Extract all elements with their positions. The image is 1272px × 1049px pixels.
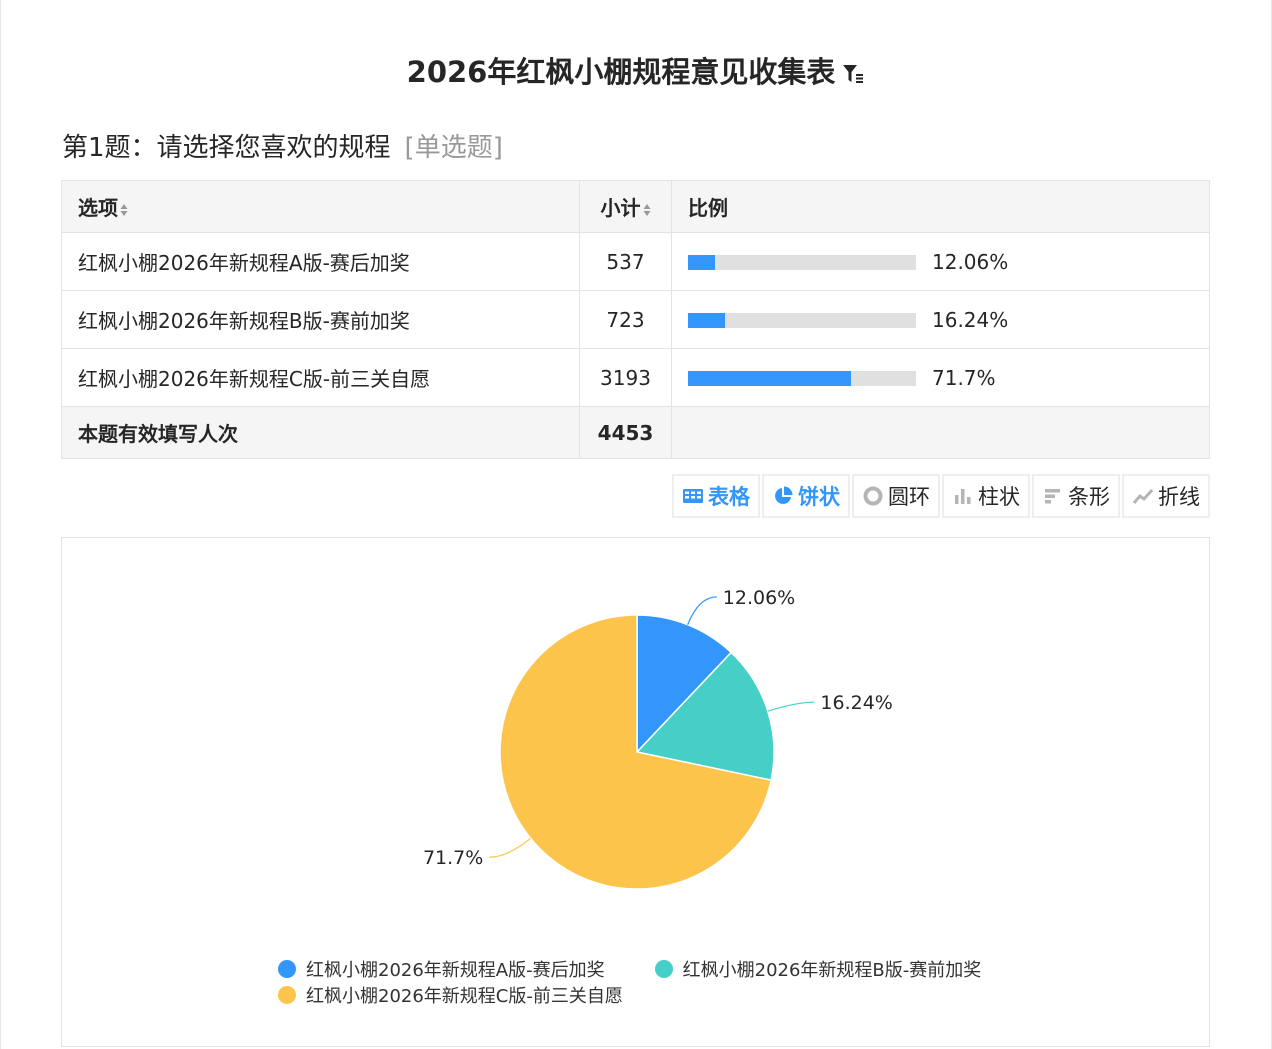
hbar-icon (1045, 489, 1060, 504)
hbar-view-label: 条形 (1068, 485, 1110, 509)
count-cell: 537 (579, 232, 672, 291)
line-view-label: 折线 (1158, 485, 1200, 509)
table-view-label: 表格 (708, 485, 750, 509)
total-empty-cell (671, 406, 1210, 459)
bar-view-button[interactable]: 柱状 (942, 474, 1030, 518)
bar-view-label: 柱状 (978, 485, 1020, 509)
ratio-text: 71.7% (932, 366, 996, 391)
donut-view-button[interactable]: 圆环 (852, 474, 940, 518)
donut-view-label: 圆环 (888, 485, 930, 509)
table-view-button[interactable]: 表格 (672, 474, 760, 518)
ratio-cell: 16.24% (671, 290, 1210, 349)
table-header-row: 选项 小计 比例 (61, 180, 1210, 233)
question-label: 第1题：请选择您喜欢的规程 (62, 133, 391, 163)
filter-icon[interactable] (841, 62, 865, 86)
legend-swatch (278, 986, 296, 1004)
ratio-text: 16.24% (932, 308, 1009, 333)
pie-slice-label: 12.06% (723, 587, 795, 609)
header-ratio-label: 比例 (688, 196, 728, 220)
line-view-button[interactable]: 折线 (1122, 474, 1210, 518)
ratio-text: 12.06% (932, 250, 1009, 275)
count-cell: 3193 (579, 348, 672, 407)
ratio-cell: 71.7% (671, 348, 1210, 407)
option-cell: 红枫小棚2026年新规程B版-赛前加奖 (61, 290, 580, 349)
pie-leader-line (687, 596, 717, 625)
legend-label: 红枫小棚2026年新规程C版-前三关自愿 (306, 986, 623, 1007)
chart-panel: 12.06% 16.24% 71.7% 红枫小棚2026年新规程A版-赛后加奖 红枫小… (61, 537, 1210, 1047)
pie-view-button[interactable]: 饼状 (762, 474, 850, 518)
sort-icon[interactable] (120, 202, 128, 218)
pie-slice-label: 16.24% (820, 692, 892, 714)
option-cell: 红枫小棚2026年新规程A版-赛后加奖 (61, 232, 580, 291)
line-icon (1132, 489, 1154, 504)
total-label: 本题有效填写人次 (61, 406, 580, 459)
pie-slice-label: 71.7% (423, 847, 483, 869)
total-row: 本题有效填写人次 4453 (61, 406, 1210, 459)
ratio-bar (688, 312, 916, 328)
chart-legend: 红枫小棚2026年新规程A版-赛后加奖 红枫小棚2026年新规程B版-赛前加奖红枫… (278, 958, 1038, 1007)
legend-item[interactable]: 红枫小棚2026年新规程C版-前三关自愿 (278, 984, 623, 1007)
ratio-bar-fill (688, 312, 726, 328)
header-ratio: 比例 (671, 180, 1210, 233)
legend-label: 红枫小棚2026年新规程B版-赛前加奖 (682, 960, 982, 981)
table-row: 红枫小棚2026年新规程C版-前三关自愿 3193 71.7% (61, 348, 1210, 407)
option-cell: 红枫小棚2026年新规程C版-前三关自愿 (61, 348, 580, 407)
pie-icon (775, 486, 793, 504)
legend-label: 红枫小棚2026年新规程A版-赛后加奖 (306, 960, 605, 981)
legend-item[interactable]: 红枫小棚2026年新规程B版-赛前加奖 (654, 958, 982, 981)
chart-type-toolbar: 表格 饼状 圆环 柱状 条形 折线 (672, 474, 1210, 518)
table-icon (683, 489, 703, 503)
header-option[interactable]: 选项 (61, 180, 580, 233)
pie-view-label: 饼状 (798, 485, 840, 509)
hbar-view-button[interactable]: 条形 (1032, 474, 1120, 518)
page-title: 2026年红枫小棚规程意见收集表 (406, 55, 836, 89)
pie-leader-line (489, 837, 531, 858)
legend-swatch (278, 960, 296, 978)
table-row: 红枫小棚2026年新规程A版-赛后加奖 537 12.06% (61, 232, 1210, 291)
pie-leader-line (767, 701, 815, 712)
results-table: 选项 小计 比例 红枫小棚2026年新规程A版-赛后加奖 537 12.06% … (61, 180, 1210, 459)
question-type: [单选题] (404, 133, 503, 163)
survey-page: 2026年红枫小棚规程意见收集表 第1题：请选择您喜欢的规程 [单选题] 选项 小… (0, 0, 1272, 1049)
ratio-cell: 12.06% (671, 232, 1210, 291)
ratio-bar (688, 370, 916, 386)
legend-item[interactable]: 红枫小棚2026年新规程A版-赛后加奖 (278, 958, 605, 981)
donut-icon (863, 486, 883, 506)
header-count-label: 小计 (600, 196, 641, 220)
header-count[interactable]: 小计 (579, 180, 672, 233)
legend-swatch (654, 960, 673, 978)
table-row: 红枫小棚2026年新规程B版-赛前加奖 723 16.24% (61, 290, 1210, 349)
count-cell: 723 (579, 290, 672, 349)
page-title-row: 2026年红枫小棚规程意见收集表 (0, 52, 1272, 92)
total-value: 4453 (579, 406, 672, 459)
ratio-bar-fill (688, 254, 716, 270)
ratio-bar (688, 254, 916, 270)
header-option-label: 选项 (78, 196, 118, 220)
pie-chart: 12.06% 16.24% 71.7% (423, 587, 893, 890)
question-heading: 第1题：请选择您喜欢的规程 [单选题] (62, 128, 503, 168)
ratio-bar-fill (688, 370, 852, 386)
sort-icon[interactable] (643, 202, 651, 218)
bar-icon (955, 489, 971, 504)
